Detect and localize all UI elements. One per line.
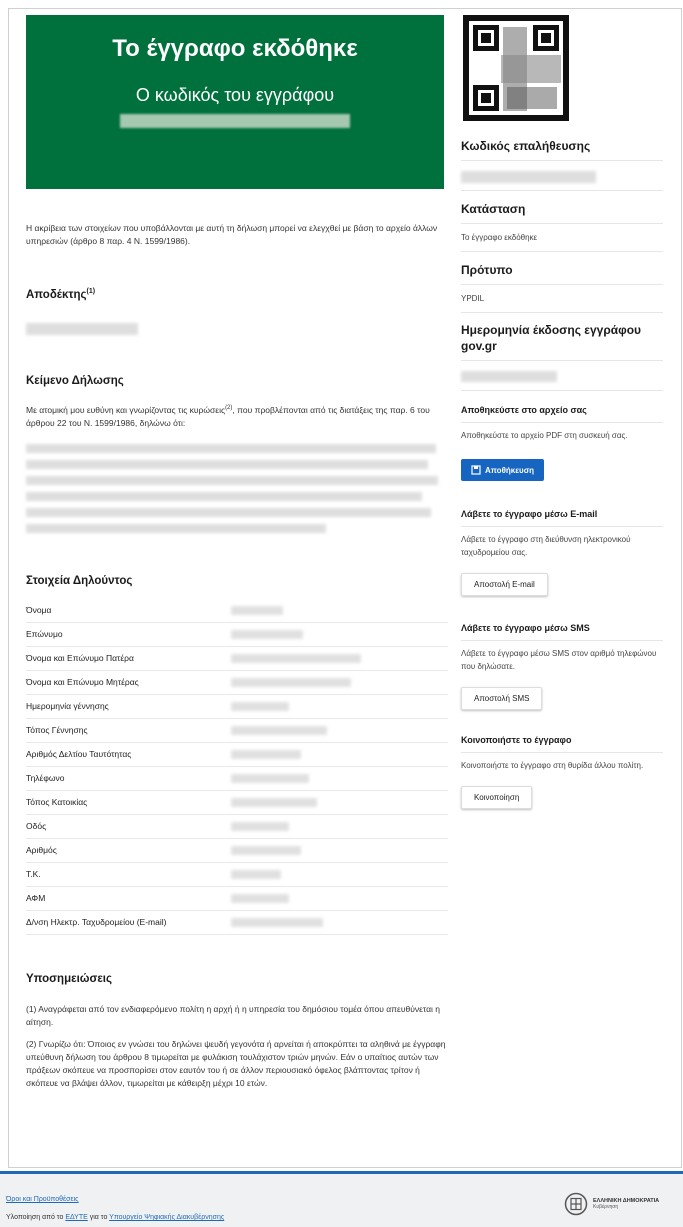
declarant-row-value-redacted [231,797,317,807]
impl-prefix: Υλοποίηση από το [6,1214,64,1221]
declarant-row-label: Οδός [26,821,47,832]
declaration-body-redacted [26,443,448,533]
declarant-row-value-redacted [231,773,309,783]
declarant-row-value-redacted [231,629,303,639]
declarant-row: Οδός [26,815,448,839]
ministry-link[interactable]: Υπουργείο Ψηφιακής Διακυβέρνησης [109,1214,224,1221]
declarant-table: Όνομα Επώνυμο Όνομα και Επώνυμο Πατέρα Όνομ… [26,599,448,935]
hellenic-republic-logo: ΕΛΛΗΝΙΚΗ ΔΗΜΟΚΡΑΤΙΑ Κυβέρνηση [564,1192,659,1216]
save-heading: Αποθηκεύστε στο αρχείο σας [461,405,587,415]
banner-title: Το έγγραφο εκδόθηκε [112,35,358,62]
declarant-row-label: Όνομα [26,605,52,616]
declarant-row: Τόπος Κατοικίας [26,791,448,815]
declarant-row-value-redacted [231,845,301,855]
verification-code-redacted [461,171,596,183]
save-file-icon [471,465,481,475]
logo-line-2: Κυβέρνηση [593,1204,619,1210]
footnote-1: (1) Αναγράφεται από τον ενδιαφερόμενο πο… [26,1003,441,1027]
terms-link[interactable]: Όροι και Προϋποθέσεις [6,1196,79,1203]
declarant-row-value-redacted [231,917,323,927]
template-value: YPDIL [461,294,485,303]
declarant-row-value-redacted [231,677,351,687]
main-column: Το έγγραφο εκδόθηκε Ο κωδικός του εγγράφ… [26,15,448,1090]
declarant-row-value-redacted [231,749,301,759]
declaration-intro: Με ατομική μου ευθύνη και γνωρίζοντας τι… [26,402,448,430]
send-sms-button[interactable]: Αποστολή SMS [461,687,543,710]
declarant-row: Αριθμός Δελτίου Ταυτότητας [26,743,448,767]
qr-code-icon [463,15,569,121]
email-description: Λάβετε το έγγραφο στη διεύθυνση ηλεκτρον… [461,535,631,557]
declarant-row-value-redacted [231,869,281,879]
declarant-row-value-redacted [231,701,289,711]
declarant-row-value-redacted [231,725,327,735]
declarant-row-value-redacted [231,605,283,615]
declarant-row: Ημερομηνία γέννησης [26,695,448,719]
declarant-row-label: Ημερομηνία γέννησης [26,701,109,712]
share-button[interactable]: Κοινοποίηση [461,786,533,809]
save-description: Αποθηκεύστε το αρχείο PDF στη συσκευή σα… [461,431,628,440]
declarant-row-label: Τηλέφωνο [26,773,65,784]
status-value: Το έγγραφο εκδόθηκε [461,233,538,242]
declarant-row-label: ΑΦΜ [26,893,46,904]
declarant-row: Δ/νση Ηλεκτρ. Ταχυδρομείου (E-mail) [26,911,448,935]
declarant-row: Όνομα και Επώνυμο Πατέρα [26,647,448,671]
declarant-row-label: Αριθμός Δελτίου Ταυτότητας [26,749,132,760]
issue-date-heading: Ημερομηνία έκδοσης εγγράφου gov.gr [461,323,642,353]
declarant-row-label: Επώνυμο [26,629,63,640]
document-code-redacted [120,114,350,128]
declarant-row: Αριθμός [26,839,448,863]
declarant-row-value-redacted [231,821,289,831]
recipient-heading: Αποδέκτης(1) [26,288,448,301]
declarant-heading: Στοιχεία Δηλούντος [26,574,133,587]
send-email-button[interactable]: Αποστολή E-mail [461,573,548,596]
declaration-text-before: Με ατομική μου ευθύνη και γνωρίζοντας τι… [26,404,226,415]
declarant-row: ΑΦΜ [26,887,448,911]
share-heading: Κοινοποιήστε το έγγραφο [461,735,572,745]
greek-emblem-icon [564,1192,588,1216]
declarant-row-label: Τόπος Γέννησης [26,725,88,736]
sms-description: Λάβετε το έγγραφο μέσω SMS στον αριθμό τ… [461,649,657,671]
footer-credits: Υλοποίηση από το ΕΔΥΤΕ για το Υπουργείο … [6,1214,224,1221]
declarant-row-label: Αριθμός [26,845,57,856]
email-heading: Λάβετε το έγγραφο μέσω E-mail [461,509,598,519]
issue-date-redacted [461,371,557,382]
declarant-row-label: Δ/νση Ηλεκτρ. Ταχυδρομείου (E-mail) [26,917,167,928]
footer-links: Όροι και Προϋποθέσεις [6,1196,79,1203]
verification-code-heading: Κωδικός επαλήθευσης [461,139,591,153]
declarant-row-value-redacted [231,893,289,903]
status-heading: Κατάσταση [461,202,526,216]
accuracy-notice: Η ακρίβεια των στοιχείων που υποβάλλοντα… [26,223,438,246]
issued-banner: Το έγγραφο εκδόθηκε Ο κωδικός του εγγράφ… [26,15,444,189]
declaration-heading: Κείμενο Δήλωσης [26,374,124,387]
declarant-row: Όνομα και Επώνυμο Μητέρας [26,671,448,695]
footer: Όροι και Προϋποθέσεις Υλοποίηση από το Ε… [0,1171,683,1227]
banner-subtitle: Ο κωδικός του εγγράφου [135,85,335,105]
sms-heading: Λάβετε το έγγραφο μέσω SMS [461,623,590,633]
save-button[interactable]: Αποθήκευση [461,459,545,481]
footnote-2: (2) Γνωρίζω ότι: Όποιος εν γνώσει του δη… [26,1038,446,1088]
declarant-row: Τόπος Γέννησης [26,719,448,743]
share-description: Κοινοποιήστε το έγγραφο στη θυρίδα άλλου… [461,761,644,770]
template-heading: Πρότυπο [461,263,513,277]
declarant-row-label: Όνομα και Επώνυμο Μητέρας [26,677,139,688]
recipient-footnote-ref: (1) [86,288,96,295]
declarant-row-label: Τ.Κ. [26,869,41,880]
declarant-row-value-redacted [231,653,361,663]
save-button-label: Αποθήκευση [485,465,535,475]
recipient-heading-text: Αποδέκτης [26,288,87,301]
declarant-row: Όνομα [26,599,448,623]
declarant-row: Τ.Κ. [26,863,448,887]
footnotes-heading: Υποσημειώσεις [26,972,112,985]
declarant-row: Επώνυμο [26,623,448,647]
declarant-row-label: Όνομα και Επώνυμο Πατέρα [26,653,134,664]
sidebar: Κωδικός επαλήθευσης Κατάσταση Το έγγραφο… [461,15,663,809]
declarant-row-label: Τόπος Κατοικίας [26,797,88,808]
recipient-value-redacted [26,322,138,335]
impl-mid: για το [89,1214,108,1221]
grnet-link[interactable]: ΕΔΥΤΕ [65,1214,87,1221]
declarant-row: Τηλέφωνο [26,767,448,791]
